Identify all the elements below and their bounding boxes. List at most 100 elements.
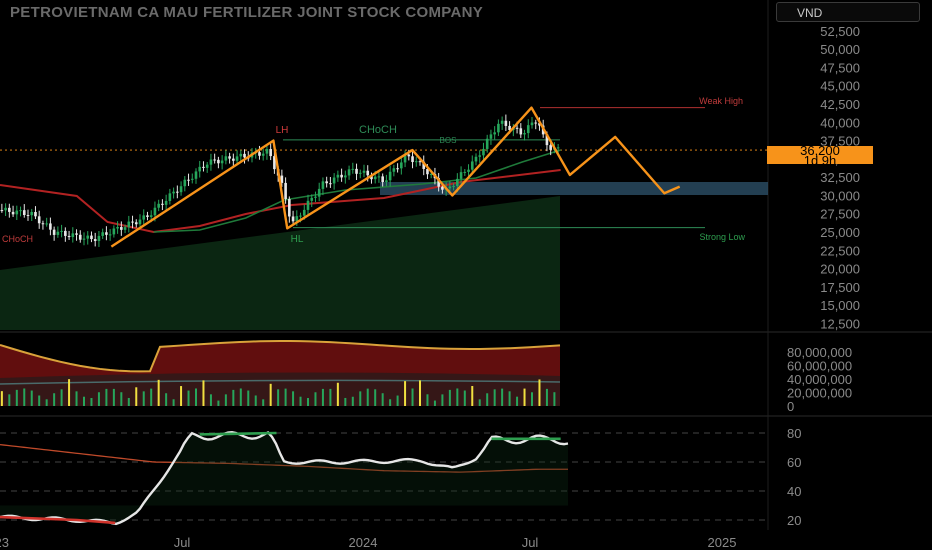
candle-body: [497, 123, 500, 133]
price-axis-tick: 17,500: [820, 280, 860, 295]
candle-body: [52, 229, 56, 235]
candle-body: [224, 156, 228, 161]
volume-bar: [97, 392, 100, 406]
volume-bar: [307, 398, 309, 406]
candle-body: [347, 169, 351, 176]
candle-body: [90, 235, 93, 240]
candle-body: [381, 176, 384, 183]
candle-body: [179, 186, 183, 193]
candle: [269, 142, 272, 161]
left-choch-label: CHoCH: [2, 234, 33, 244]
candle-body: [198, 166, 202, 172]
candle-body: [183, 179, 187, 187]
price-axis-tick: 45,000: [820, 79, 860, 94]
candle: [362, 164, 366, 178]
candle: [534, 119, 538, 130]
candle-body: [67, 235, 71, 238]
volume-bar: [247, 390, 250, 406]
volume-bar: [112, 388, 115, 406]
candle-body: [243, 153, 246, 158]
candle-body: [414, 161, 418, 163]
volume-bar: [314, 392, 317, 406]
candle: [146, 211, 149, 221]
volume-bar: [45, 399, 48, 406]
price-axis-tick: 50,000: [820, 42, 860, 57]
volume-bar: [8, 394, 11, 406]
candle: [60, 224, 63, 238]
volume-bar: [120, 392, 123, 406]
candle: [11, 205, 15, 217]
chart-title: PETROVIETNAM CA MAU FERTILIZER JOINT STO…: [10, 4, 484, 21]
candle-body: [358, 172, 362, 174]
candle-body: [19, 210, 22, 212]
candle-body: [78, 234, 82, 240]
candle-body: [120, 227, 123, 230]
volume-bar: [501, 388, 504, 406]
price-chart[interactable]: LH HL CHoCH BOS Weak High Strong Low CHoCH 12,5…: [0, 0, 932, 550]
candle-body: [97, 235, 101, 241]
candle-body: [317, 188, 321, 197]
volume-bar: [224, 394, 227, 406]
candle: [82, 232, 86, 246]
candle: [30, 208, 34, 222]
candle-body: [22, 210, 26, 215]
price-axis-tick: 40,000: [820, 115, 860, 130]
volume-bar: [419, 380, 421, 406]
volume-bar: [217, 400, 220, 406]
candle: [187, 173, 190, 186]
rsi-axis-tick: 80: [787, 426, 801, 441]
candle: [78, 230, 82, 243]
candle-body: [82, 238, 86, 240]
candle-body: [213, 159, 216, 161]
candle-body: [388, 171, 392, 181]
candle-body: [220, 160, 224, 164]
candle: [317, 182, 321, 202]
volume-bar: [523, 388, 526, 406]
candle: [8, 203, 11, 218]
candle-body: [515, 127, 519, 129]
candle: [400, 156, 403, 175]
candle-body: [456, 178, 459, 186]
candle: [392, 164, 396, 177]
hl-label: HL: [291, 234, 304, 245]
candle-body: [441, 186, 444, 190]
candle-body: [194, 171, 198, 179]
volume-bar: [396, 395, 399, 406]
currency-select[interactable]: VND: [776, 2, 920, 22]
candle: [157, 199, 160, 212]
candle-body: [116, 227, 119, 229]
candle: [108, 229, 112, 241]
candle: [217, 156, 220, 169]
volume-bar: [545, 388, 548, 406]
candle: [358, 169, 362, 179]
candle-body: [34, 212, 37, 217]
volume-bar: [366, 388, 369, 406]
price-axis-tick: 25,000: [820, 225, 860, 240]
price-axis-tick: 15,000: [820, 298, 860, 313]
volume-bar: [516, 396, 519, 406]
candle: [489, 129, 493, 145]
candle-body: [209, 159, 213, 165]
candle: [239, 149, 243, 162]
volume-axis-tick: 20,000,000: [787, 386, 852, 401]
volume-bar: [456, 388, 459, 406]
candle-body: [291, 216, 295, 222]
volume-bar: [321, 388, 324, 406]
candle-body: [373, 176, 377, 180]
candle-body: [493, 132, 496, 135]
candle: [127, 215, 131, 233]
volume-bar: [471, 386, 474, 406]
rsi-overbought-segment: [199, 431, 277, 436]
price-axis-tick: 32,500: [820, 170, 860, 185]
candle-body: [336, 174, 340, 178]
time-axis-tick: 2025: [708, 535, 737, 550]
candle-body: [534, 122, 538, 124]
time-axis-tick: 2023: [0, 535, 9, 550]
volume-bar: [411, 388, 414, 406]
volume-bar: [448, 389, 451, 406]
candle-body: [340, 174, 343, 178]
candle-body: [459, 172, 463, 179]
candle-body: [519, 128, 523, 135]
candle-body: [549, 145, 552, 150]
candle-body: [41, 223, 45, 225]
